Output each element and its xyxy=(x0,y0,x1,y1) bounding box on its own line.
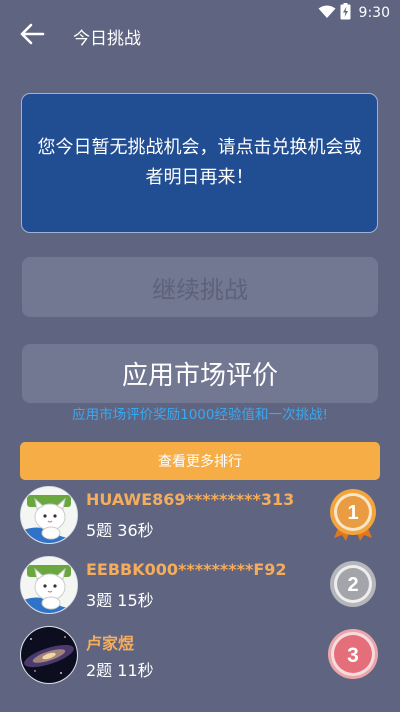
cartoon-cat-avatar xyxy=(20,486,78,544)
view-more-ranking-button[interactable]: 查看更多排行 xyxy=(20,442,380,480)
player-name: EEBBK000*********F92 xyxy=(86,560,287,579)
ranking-row: HUAWE869*********313 5题 36秒 1 xyxy=(0,486,400,552)
medal-rank-2: 2 xyxy=(347,574,358,596)
page-title: 今日挑战 xyxy=(73,29,141,49)
continue-challenge-button[interactable]: 继续挑战 xyxy=(22,257,378,317)
player-score: 3题 15秒 xyxy=(86,591,154,610)
player-name: HUAWE869*********313 xyxy=(86,490,295,509)
red-medal-icon: 3 xyxy=(326,626,380,682)
player-name: 卢家煜 xyxy=(86,634,135,653)
ranking-row: EEBBK000*********F92 3题 15秒 2 xyxy=(0,556,400,622)
player-score: 5题 36秒 xyxy=(86,521,154,540)
medal-rank-1: 1 xyxy=(347,502,358,524)
app-market-rating-button[interactable]: 应用市场评价 xyxy=(22,344,378,403)
arrow-left-icon xyxy=(19,23,45,49)
app-bar: 今日挑战 xyxy=(0,14,400,54)
galaxy-avatar xyxy=(20,626,78,684)
notice-box: 您今日暂无挑战机会，请点击兑换机会或者明日再来！ xyxy=(21,93,378,233)
back-button[interactable] xyxy=(14,18,50,54)
gold-medal-icon: 1 xyxy=(326,486,380,542)
reward-hint: 应用市场评价奖励1000经验值和一次挑战! xyxy=(72,407,328,423)
silver-medal-icon: 2 xyxy=(326,556,380,612)
notice-text: 您今日暂无挑战机会，请点击兑换机会或者明日再来！ xyxy=(37,137,362,188)
medal-rank-3: 3 xyxy=(347,644,359,667)
cartoon-cat-avatar xyxy=(20,556,78,614)
player-score: 2题 11秒 xyxy=(86,661,154,680)
ranking-row: 卢家煜 2题 11秒 3 xyxy=(0,626,400,692)
